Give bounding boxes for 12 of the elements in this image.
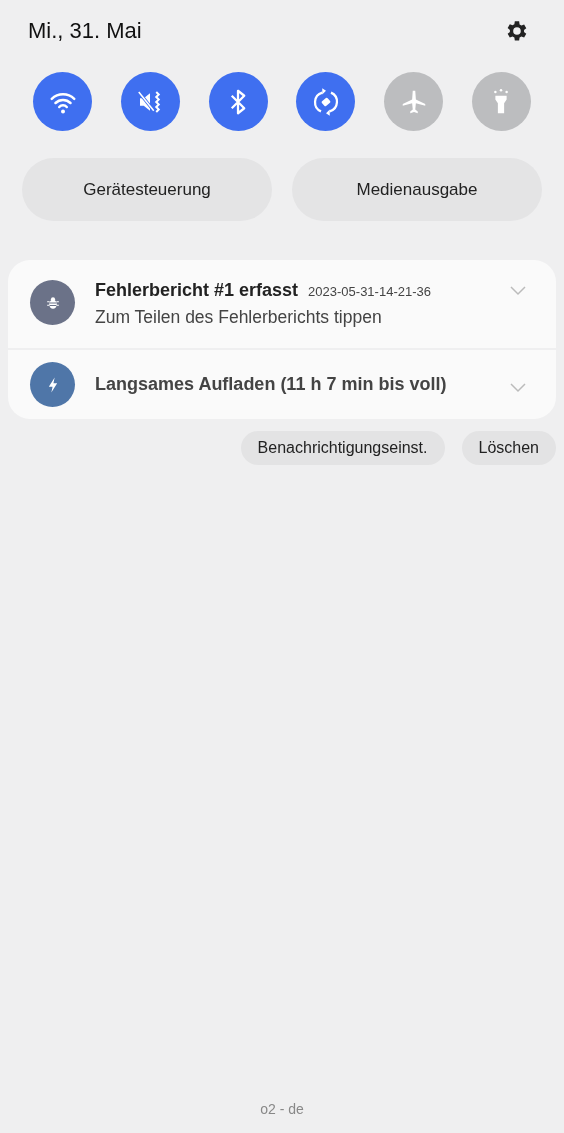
notification-card[interactable]: Langsames Aufladen (11 h 7 min bis voll) (8, 350, 556, 419)
date-label: Mi., 31. Mai (28, 18, 142, 44)
shortcut-button[interactable]: Medienausgabe (292, 158, 542, 221)
shortcut-button[interactable]: Gerätesteuerung (22, 158, 272, 221)
notification-card[interactable]: Fehlerbericht #1 erfasst 2023-05-31-14-21-36 Zum Teilen des Fehlerberichts tippen (8, 260, 556, 348)
notification-text: Zum Teilen des Fehlerberichts tippen (95, 307, 383, 328)
notification-title: Langsames Aufladen (11 h 7 min bis voll) (95, 374, 447, 395)
notification-time: 2023-05-31-14-21-36 (308, 284, 431, 299)
carrier-label: o2 - de (260, 1101, 304, 1117)
notification-title: Fehlerbericht #1 erfasst (95, 280, 299, 301)
notification-action-button[interactable]: Benachrichtigungseinst. (240, 431, 445, 465)
notification-action-button[interactable]: Löschen (461, 431, 556, 465)
